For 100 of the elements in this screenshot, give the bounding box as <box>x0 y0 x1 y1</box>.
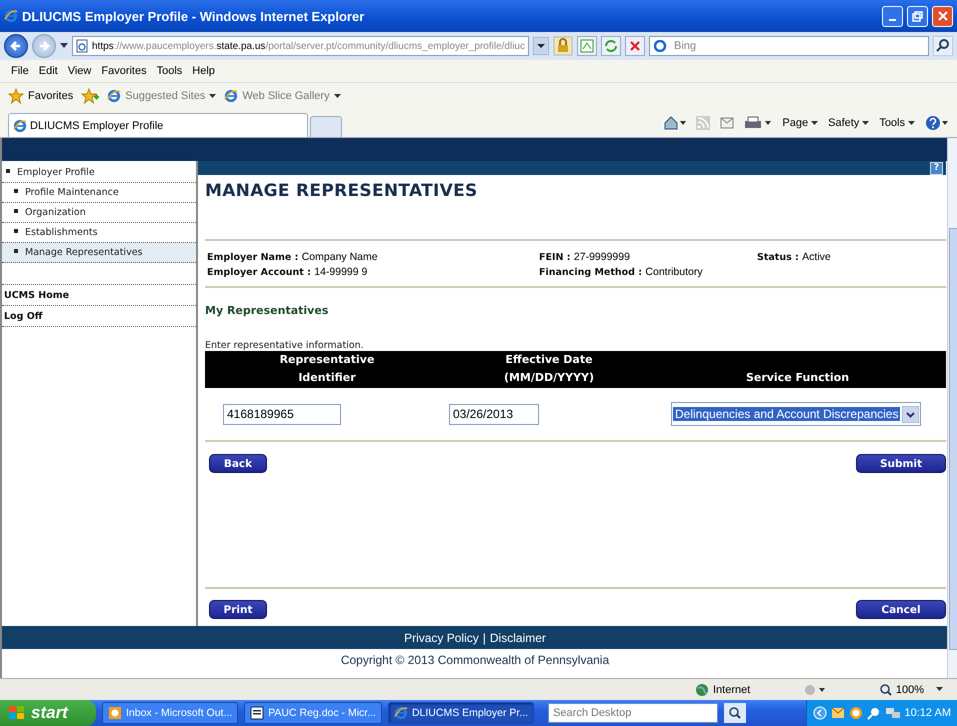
column-header: Representative Identifier <box>278 352 376 386</box>
refresh-button[interactable] <box>601 36 621 56</box>
search-button[interactable] <box>724 703 746 723</box>
menu-item[interactable]: Help <box>187 65 220 77</box>
page-icon <box>76 39 89 53</box>
clock: 10:12 AM <box>904 707 951 719</box>
caret-icon <box>862 120 870 126</box>
scrollbar[interactable] <box>947 138 957 678</box>
ie-logo-icon <box>4 9 18 23</box>
menu-item[interactable]: File <box>6 65 34 77</box>
submit-button[interactable]: Submit <box>856 454 946 473</box>
minimize-button[interactable] <box>882 6 903 26</box>
refresh-icon <box>604 39 618 53</box>
network-icon[interactable] <box>884 706 901 720</box>
back-button[interactable]: Back <box>209 454 267 473</box>
footer-link[interactable]: Disclaimer <box>490 630 546 644</box>
command-menu[interactable]: Safety <box>828 117 870 129</box>
expand-icon[interactable] <box>812 706 827 720</box>
star-icon <box>8 88 24 104</box>
command-menu[interactable]: Page <box>782 117 818 129</box>
flag-icon <box>8 705 26 721</box>
search-field[interactable]: Bing <box>649 36 929 56</box>
favorites-link[interactable]: Suggested Sites <box>107 89 216 103</box>
help-icon[interactable] <box>925 115 949 131</box>
sidebar-item[interactable]: Organization <box>2 203 196 223</box>
sidebar-item[interactable]: Manage Representatives <box>2 243 196 263</box>
sidebar-item[interactable]: Employer Profile <box>2 163 196 183</box>
info-field: Financing Method : Contributory <box>539 266 757 278</box>
maximize-button[interactable] <box>907 6 928 26</box>
favorites-link[interactable]: Web Slice Gallery <box>224 89 341 103</box>
sidebar-link[interactable]: UCMS Home <box>2 285 196 306</box>
printer-icon[interactable] <box>744 116 772 130</box>
taskbar-button[interactable]: PAUC Reg.doc - Micr... <box>244 702 382 724</box>
chevron-icon <box>902 406 920 422</box>
column-header: Effective Date (MM/DD/YYYY) <box>502 352 596 386</box>
sidebar-link[interactable]: Log Off <box>2 306 196 327</box>
print-button[interactable]: Print <box>209 600 267 619</box>
stop-button[interactable] <box>625 36 645 56</box>
ie-logo-icon <box>224 89 238 103</box>
document-icon <box>250 706 264 720</box>
copyright-text: Copyright © 2013 Commonwealth of Pennsylvania <box>340 652 610 669</box>
browser-tab[interactable]: DLIUCMS Employer Profile <box>8 113 308 137</box>
add-favorite-icon[interactable] <box>81 88 100 104</box>
restore-icon <box>912 10 923 22</box>
caret-icon <box>908 120 915 126</box>
x-icon <box>629 40 641 52</box>
instructions-text: Enter representative information. <box>205 340 365 351</box>
dropdown-icon[interactable] <box>60 43 68 49</box>
info-field: Status : Active <box>757 251 944 263</box>
info-field: FEIN : 27-9999999 <box>539 251 757 263</box>
minimize-icon <box>889 18 896 20</box>
page-heading: MANAGE REPRESENTATIVES <box>205 181 479 203</box>
search-icon <box>729 707 742 719</box>
close-button[interactable] <box>932 6 953 26</box>
command-menu[interactable]: Tools <box>879 117 915 129</box>
magnifier-icon <box>880 684 892 696</box>
close-icon <box>938 11 948 21</box>
sidebar-item[interactable]: Profile Maintenance <box>2 183 196 203</box>
identifier-field[interactable]: 4168189965 <box>223 404 341 424</box>
home-icon[interactable] <box>664 116 686 130</box>
column-header: Service Function <box>744 370 850 386</box>
info-field: Employer Account : 14-99999 9 <box>207 266 539 278</box>
caret-icon <box>936 687 943 692</box>
zoom-button[interactable]: 100% <box>880 684 943 696</box>
menu-item[interactable]: Favorites <box>96 65 152 77</box>
caret-icon <box>334 94 341 98</box>
back-button[interactable] <box>4 34 28 58</box>
favorites-button[interactable]: Favorites <box>8 88 74 104</box>
address-field[interactable]: https://www.paucemployers.state.pa.us/portal/server.pt/community/dliucms_employer_profile/dliuc <box>72 36 529 56</box>
service-function-dropdown[interactable]: Delinquencies and Account Discrepancies <box>671 402 922 426</box>
cancel-button[interactable]: Cancel <box>856 600 946 619</box>
menu-item[interactable]: Edit <box>34 65 63 77</box>
info-field: Employer Name : Company Name <box>207 251 539 263</box>
dropdown-button[interactable] <box>533 37 549 55</box>
ie-logo-icon <box>13 118 27 132</box>
section-title: My Representatives <box>205 304 330 317</box>
right-arrow-icon <box>38 40 50 52</box>
taskbar-button[interactable]: Inbox - Microsoft Out... <box>102 702 238 724</box>
left-arrow-icon <box>10 40 22 52</box>
mail-icon[interactable] <box>830 707 845 719</box>
ie-logo-icon <box>394 706 408 720</box>
link-separator: | <box>482 630 486 644</box>
taskbar-button[interactable]: DLIUCMS Employer Pr... <box>388 702 534 724</box>
lock-icon <box>553 36 573 56</box>
caret-icon <box>209 94 216 98</box>
picture-icon <box>580 39 594 53</box>
window-title: DLIUCMS Employer Profile - Windows Internet Explorer <box>22 8 366 24</box>
date-field[interactable]: 03/26/2013 <box>449 404 539 424</box>
compatibility-button[interactable] <box>577 36 597 56</box>
security-zone: Internet <box>695 682 750 696</box>
menu-item[interactable]: View <box>62 65 96 77</box>
help-button[interactable]: ? <box>930 162 943 174</box>
ie-logo-icon <box>107 89 122 103</box>
magnifier-icon[interactable] <box>866 706 881 720</box>
footer-link[interactable]: Privacy Policy <box>404 630 479 644</box>
mail-icon[interactable] <box>720 117 734 129</box>
desktop-search-field[interactable]: Search Desktop <box>548 703 718 723</box>
globe-icon <box>695 682 709 696</box>
search-icon[interactable] <box>933 36 953 56</box>
menu-item[interactable]: Tools <box>152 65 188 77</box>
